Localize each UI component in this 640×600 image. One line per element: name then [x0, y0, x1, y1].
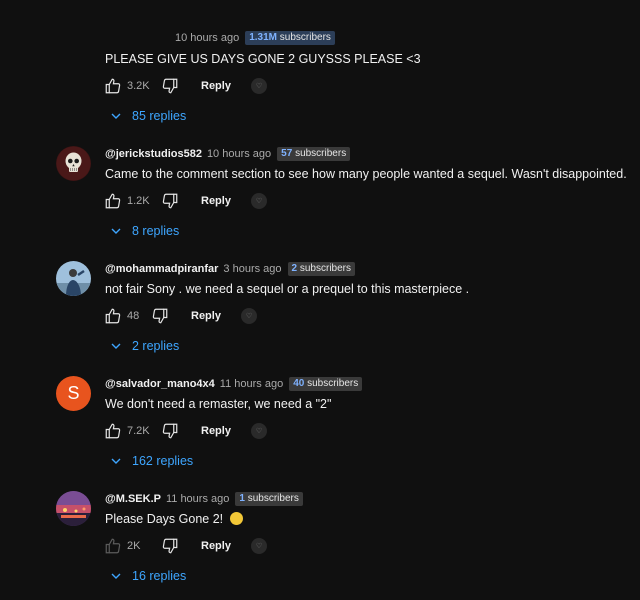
chevron-down-icon	[111, 573, 121, 579]
like-count: 48	[127, 310, 140, 322]
comment-text: We don't need a remaster, we need a "2"	[105, 397, 332, 411]
like-count: 3.2K	[127, 80, 150, 92]
replies-count: 8 replies	[132, 224, 180, 238]
subscriber-badge: 57 subscribers	[277, 147, 351, 161]
skull-avatar-icon	[56, 146, 91, 181]
subscriber-count: 2	[291, 263, 298, 274]
avatar[interactable]	[56, 261, 91, 296]
reply-button[interactable]: Reply	[201, 80, 231, 92]
handle[interactable]: @jerickstudios582	[105, 148, 202, 160]
creator-heart-icon: ♡	[250, 538, 267, 554]
timestamp[interactable]: 3 hours ago	[223, 263, 281, 275]
chevron-down-icon	[111, 458, 121, 464]
view-replies-button[interactable]: 162 replies	[110, 452, 193, 470]
thumbs-down-icon[interactable]	[161, 537, 179, 555]
comment-text: Please Days Gone 2!	[105, 512, 243, 526]
creator-heart-icon: ♡	[240, 308, 257, 324]
subscriber-badge: 40 subscribers	[289, 377, 363, 391]
reply-button[interactable]: Reply	[201, 195, 231, 207]
replies-count: 162 replies	[132, 454, 194, 468]
handle[interactable]: @mohammadpiranfar	[105, 263, 218, 275]
thumbs-up-icon[interactable]	[104, 422, 122, 440]
smiley-emoji-icon	[229, 512, 243, 525]
subscriber-count: 1.31M	[249, 32, 278, 43]
subscriber-count: 1	[239, 493, 245, 504]
timestamp[interactable]: 11 hours ago	[166, 493, 229, 505]
thumbs-down-icon[interactable]	[151, 307, 169, 325]
comment-actions: 7.2K Reply ♡	[104, 421, 267, 441]
thumbs-down-icon[interactable]	[161, 77, 179, 95]
comment-meta: @M.SEK.P 11 hours ago 1 subscribers	[105, 491, 303, 507]
chevron-down-icon	[111, 343, 121, 349]
reply-button[interactable]: Reply	[191, 310, 221, 322]
comment-actions: 2K Reply ♡	[104, 536, 267, 556]
landscape-photo-avatar-icon	[56, 491, 91, 526]
comment-actions: 3.2K Reply ♡	[104, 76, 267, 96]
thumbs-up-icon[interactable]	[104, 307, 122, 325]
chevron-down-icon	[111, 113, 121, 119]
thumbs-down-icon[interactable]	[161, 422, 179, 440]
avatar[interactable]: S	[56, 376, 91, 411]
like-count: 1.2K	[127, 195, 150, 207]
thumbs-up-icon[interactable]	[104, 537, 122, 555]
timestamp[interactable]: 10 hours ago	[175, 32, 239, 44]
comment-actions: 1.2K Reply ♡	[104, 191, 267, 211]
timestamp[interactable]: 11 hours ago	[220, 378, 283, 390]
reply-button[interactable]: Reply	[201, 540, 231, 552]
subscriber-label: subscribers	[279, 32, 331, 43]
like-count: 7.2K	[127, 425, 150, 437]
thumbs-up-icon[interactable]	[104, 192, 122, 210]
subscriber-badge: 1 subscribers	[235, 492, 303, 506]
comment-actions: 48 Reply ♡	[104, 306, 257, 326]
subscriber-count: 40	[293, 378, 305, 389]
replies-count: 16 replies	[132, 569, 187, 583]
subscriber-label: subscribers	[295, 148, 347, 159]
thumbs-down-icon[interactable]	[161, 192, 179, 210]
creator-heart-icon: ♡	[250, 193, 267, 209]
replies-count: 85 replies	[132, 109, 187, 123]
creator-heart-icon: ♡	[250, 423, 267, 439]
comment-text-content: Please Days Gone 2!	[105, 512, 224, 526]
view-replies-button[interactable]: 2 replies	[110, 337, 179, 355]
comment-meta: @salvador_mano4x4 11 hours ago 40 subscr…	[105, 376, 363, 392]
replies-count: 2 replies	[132, 339, 180, 353]
like-count: 2K	[127, 540, 141, 552]
comment-meta: 10 hours ago 1.31M subscribers	[170, 30, 335, 46]
subscriber-count: 57	[281, 148, 293, 159]
view-replies-button[interactable]: 85 replies	[110, 107, 186, 125]
creator-heart-icon: ♡	[250, 78, 267, 94]
view-replies-button[interactable]: 16 replies	[110, 567, 186, 585]
thumbs-up-icon[interactable]	[104, 77, 122, 95]
comment-meta: @jerickstudios582 10 hours ago 57 subscr…	[105, 146, 351, 162]
comment-meta: @mohammadpiranfar 3 hours ago 2 subscrib…	[105, 261, 356, 277]
chevron-down-icon	[111, 228, 121, 234]
subscriber-label: subscribers	[307, 378, 359, 389]
handle[interactable]: @salvador_mano4x4	[105, 378, 215, 390]
timestamp[interactable]: 10 hours ago	[207, 148, 271, 160]
subscriber-label: subscribers	[247, 493, 299, 504]
view-replies-button[interactable]: 8 replies	[110, 222, 179, 240]
comment-text: not fair Sony . we need a sequel or a pr…	[105, 282, 470, 296]
subscriber-label: subscribers	[299, 263, 352, 274]
subscriber-badge: 2 subscribers	[287, 262, 356, 276]
handle[interactable]: @M.SEK.P	[105, 493, 161, 505]
comment-text: Came to the comment section to see how m…	[105, 167, 627, 181]
person-photo-avatar-icon	[56, 261, 91, 296]
comment-text: PLEASE GIVE US DAYS GONE 2 GUYSSS PLEASE…	[105, 52, 421, 66]
avatar-letter: S	[67, 383, 80, 403]
reply-button[interactable]: Reply	[201, 425, 231, 437]
avatar[interactable]	[56, 146, 91, 181]
subscriber-badge: 1.31M subscribers	[245, 31, 335, 45]
avatar[interactable]	[56, 491, 91, 526]
